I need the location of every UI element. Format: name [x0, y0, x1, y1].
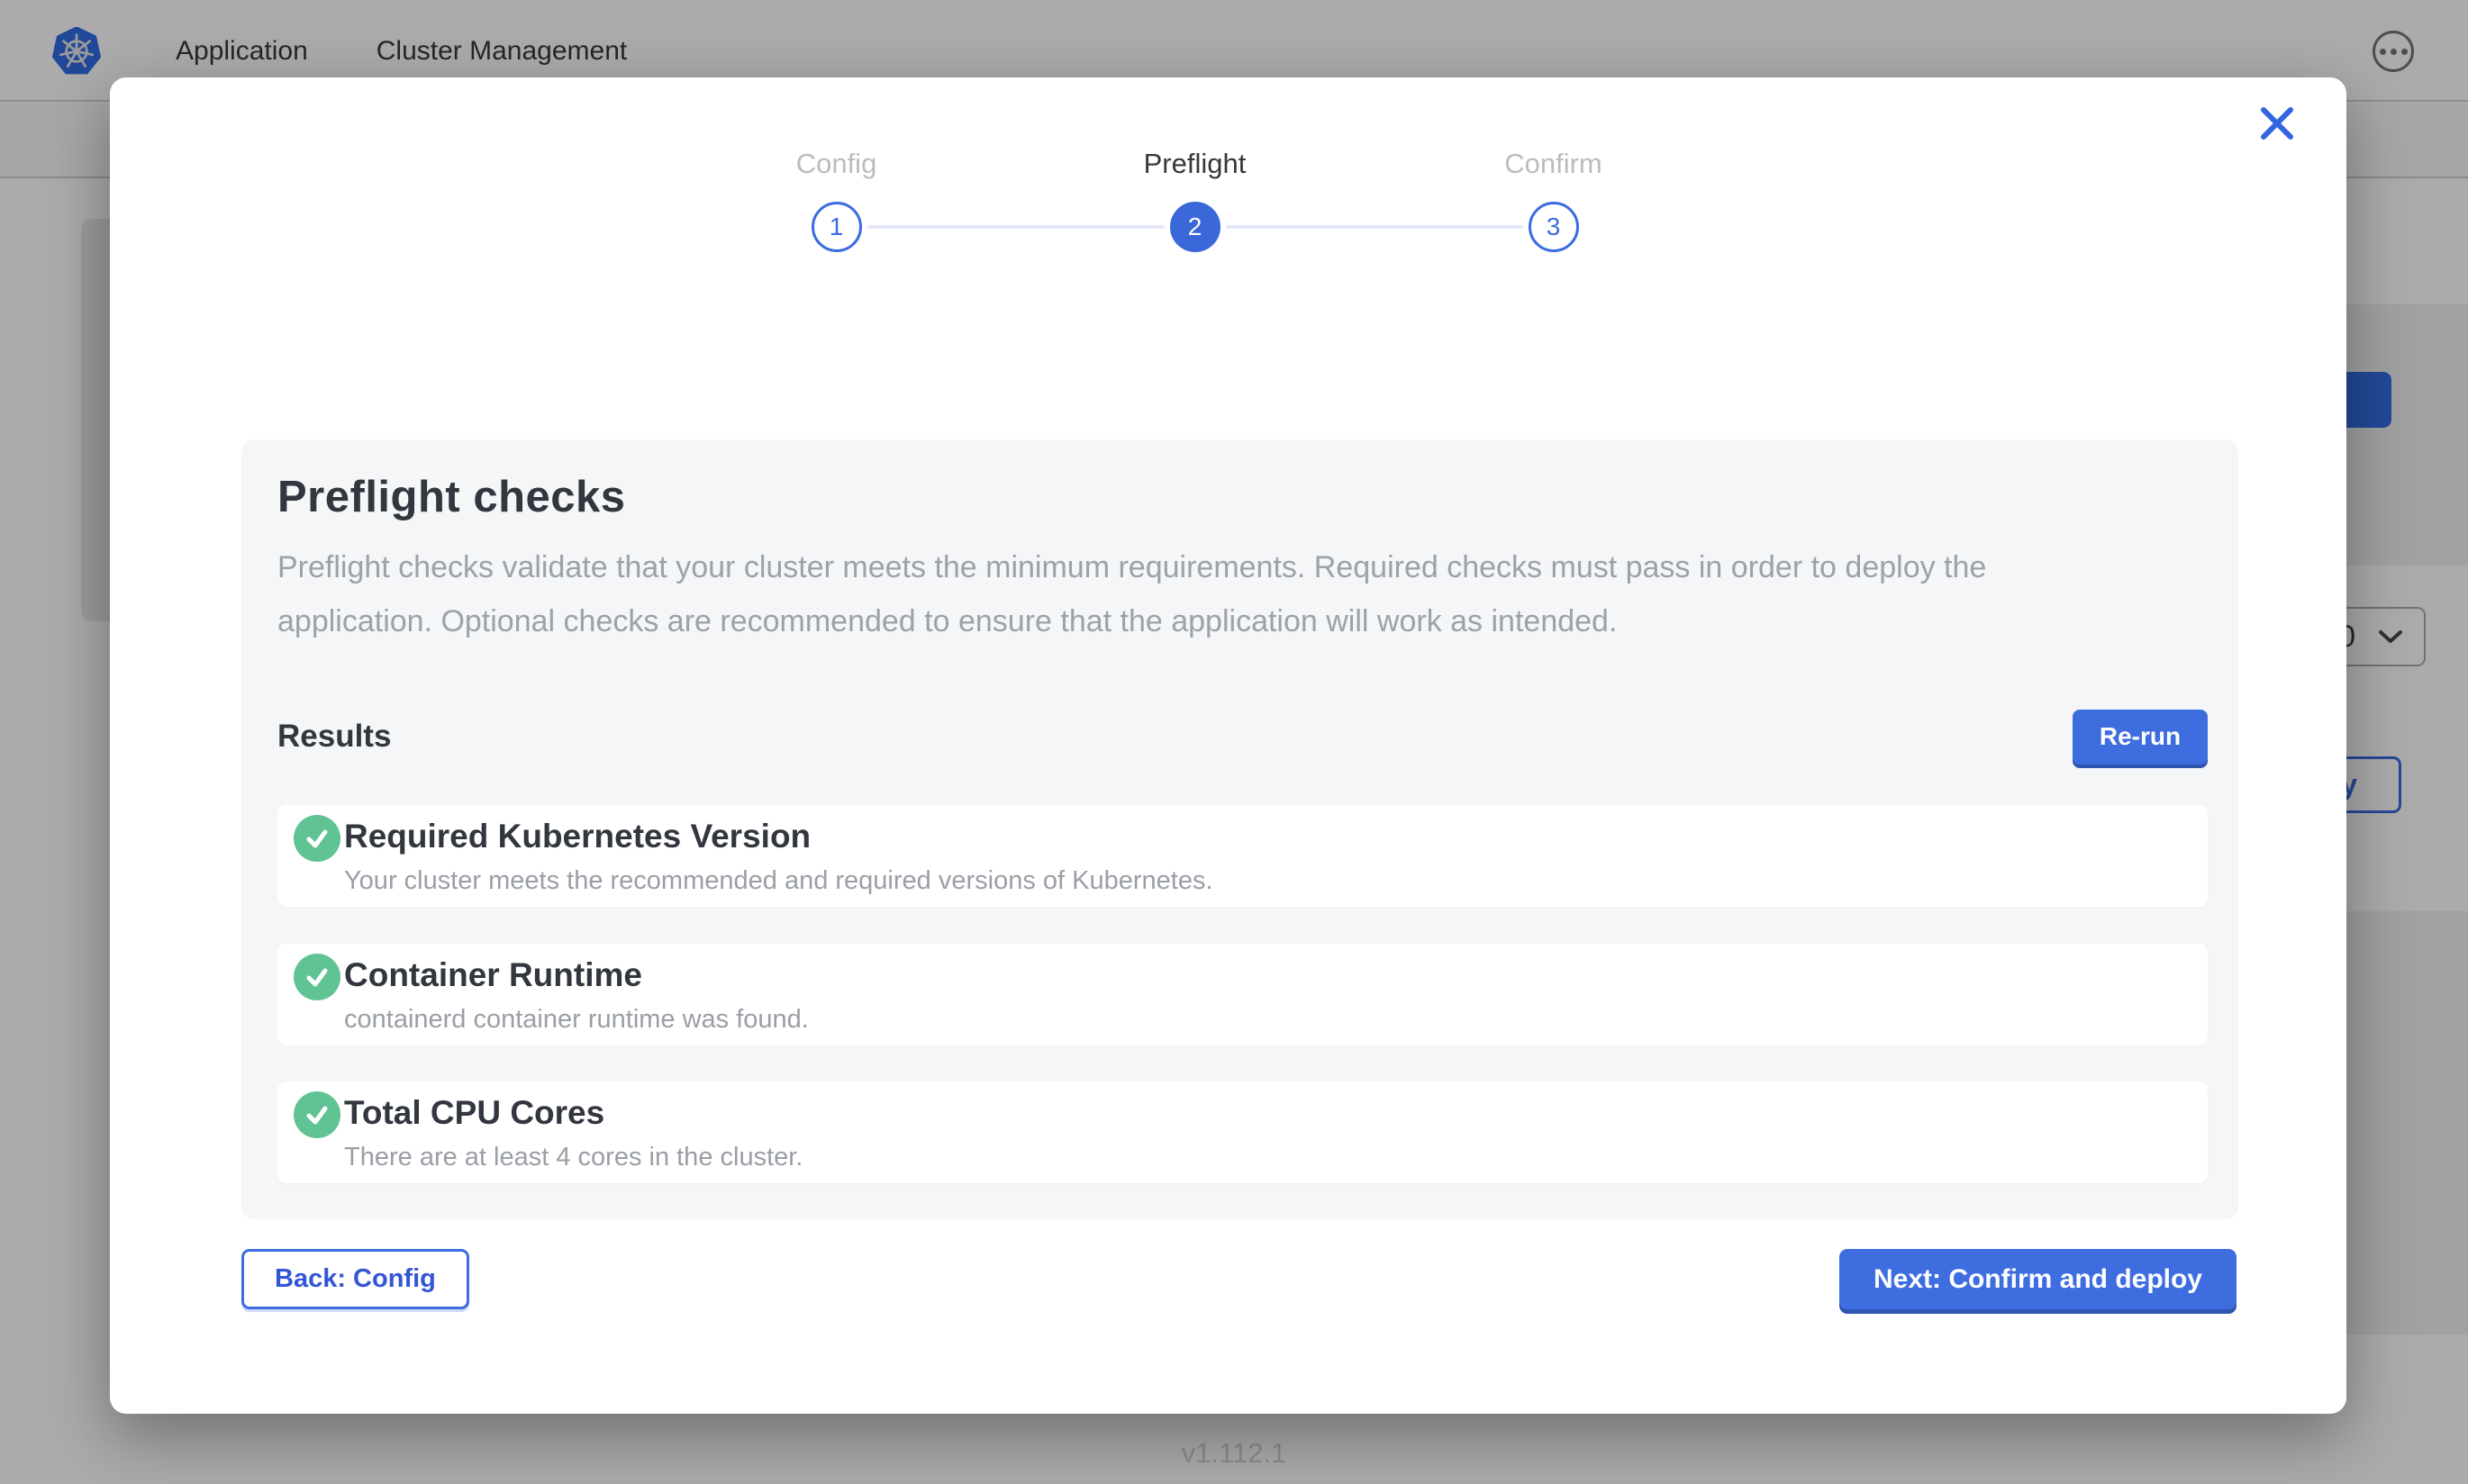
- check-card-container-runtime: Container Runtime containerd container r…: [277, 944, 2208, 1045]
- step-label-confirm: Confirm: [1504, 148, 1602, 180]
- step-label-config: Config: [796, 148, 877, 180]
- check-pass-icon: [294, 1091, 340, 1138]
- step-circle-1[interactable]: 1: [812, 202, 862, 252]
- check-message: containerd container runtime was found.: [344, 1005, 809, 1035]
- rerun-button[interactable]: Re-run: [2073, 710, 2208, 765]
- check-title: Container Runtime: [344, 956, 642, 994]
- check-pass-icon: [294, 815, 340, 862]
- check-card-total-cpu-cores: Total CPU Cores There are at least 4 cor…: [277, 1081, 2208, 1183]
- stepper-step-preflight[interactable]: Preflight 2: [1170, 202, 1220, 252]
- wizard-stepper: Config 1 Preflight 2 Confirm 3: [812, 202, 1579, 252]
- page-title: Preflight checks: [277, 472, 626, 522]
- step-label-preflight: Preflight: [1144, 148, 1247, 180]
- stepper-connector: [1226, 225, 1523, 229]
- preflight-modal: Config 1 Preflight 2 Confirm 3 Preflight…: [110, 77, 2346, 1414]
- results-header-row: Results Re-run: [277, 708, 2208, 765]
- screen: Application Cluster Management 0 y v1.11…: [0, 0, 2468, 1484]
- step-circle-2[interactable]: 2: [1170, 202, 1220, 252]
- check-title: Total CPU Cores: [344, 1094, 604, 1132]
- check-pass-icon: [294, 954, 340, 1000]
- close-icon[interactable]: [2256, 103, 2298, 144]
- preflight-description: Preflight checks validate that your clus…: [277, 540, 2146, 648]
- stepper-step-confirm[interactable]: Confirm 3: [1529, 202, 1579, 252]
- check-card-kubernetes-version: Required Kubernetes Version Your cluster…: [277, 805, 2208, 907]
- next-confirm-deploy-button[interactable]: Next: Confirm and deploy: [1839, 1249, 2237, 1309]
- preflight-panel: Preflight checks Preflight checks valida…: [241, 439, 2238, 1219]
- check-title: Required Kubernetes Version: [344, 818, 811, 855]
- stepper-step-config[interactable]: Config 1: [812, 202, 862, 252]
- stepper-connector: [867, 225, 1165, 229]
- check-message: Your cluster meets the recommended and r…: [344, 866, 1213, 896]
- check-message: There are at least 4 cores in the cluste…: [344, 1143, 803, 1172]
- results-heading: Results: [277, 719, 391, 755]
- step-circle-3[interactable]: 3: [1529, 202, 1579, 252]
- back-config-button[interactable]: Back: Config: [241, 1249, 469, 1309]
